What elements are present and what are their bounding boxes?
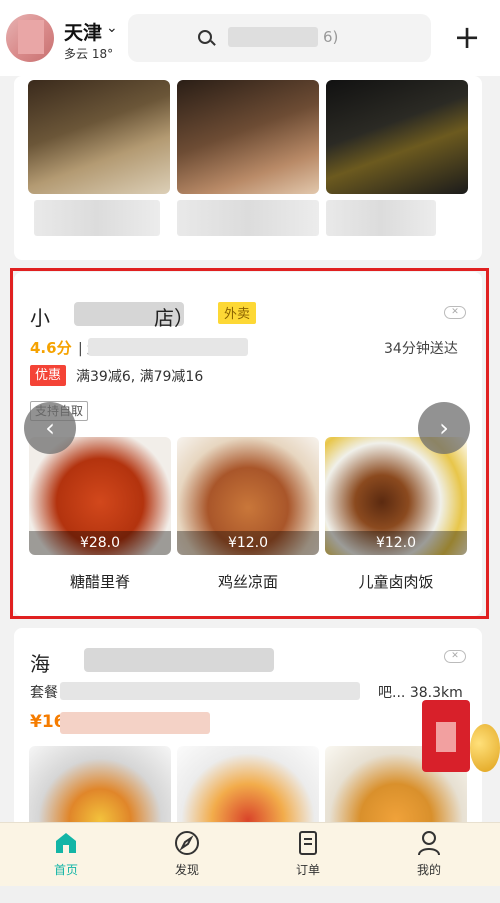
coin-icon [470,724,500,772]
red-packet-icon[interactable] [422,700,470,772]
tab-home-label: 首页 [53,863,78,877]
search-bar[interactable]: 6) [128,14,431,62]
home-icon [56,833,76,853]
user-icon [418,831,440,856]
header: 天津 ⌄ 多云 18° 6) + [0,0,500,76]
orders-icon [299,831,317,855]
highlight-frame [10,268,489,619]
tab-mine[interactable]: 我的 [389,829,469,878]
city-selector[interactable]: 天津 [64,18,102,45]
shop-photo[interactable] [177,80,319,194]
shop-info: 套餐 [30,685,58,701]
shop-info-blur [60,682,360,700]
info-end: 吧... [378,685,406,701]
close-icon[interactable]: ✕ [444,650,466,663]
shop-distance: 吧... 38.3km [378,682,463,702]
shop-card-3[interactable]: 海 ✕ 套餐 吧... 38.3km ¥16.0 [14,628,482,828]
distance-value: 38.3km [409,685,463,701]
shop-card-1[interactable] [14,76,482,260]
avatar[interactable] [6,14,54,62]
tab-home[interactable]: 首页 [26,829,106,878]
search-icon [198,30,212,44]
system-bar [0,886,500,903]
blurred-caption [177,200,319,236]
tab-bar: 首页 发现 订单 我的 [0,822,500,886]
shop-name-blur [84,648,274,672]
shop-photo[interactable] [326,80,468,194]
tab-orders-label: 订单 [295,863,320,877]
tab-mine-label: 我的 [416,863,441,877]
compass-icon [175,831,199,855]
tab-discover-label: 发现 [174,863,199,877]
shop-name: 海 [30,652,50,676]
blurred-caption [34,200,160,236]
tab-discover[interactable]: 发现 [147,829,227,878]
weather-label: 多云 18° [64,47,114,61]
dish-image[interactable] [177,746,319,828]
blurred-caption [326,200,436,236]
add-icon[interactable]: + [452,20,482,54]
search-placeholder-blur [228,27,318,47]
tab-orders[interactable]: 订单 [268,829,348,878]
search-placeholder: 6) [323,28,339,46]
chevron-down-icon[interactable]: ⌄ [106,20,118,36]
shop-photo[interactable] [28,80,170,194]
dish-image[interactable] [29,746,171,828]
price-blur [60,712,210,734]
